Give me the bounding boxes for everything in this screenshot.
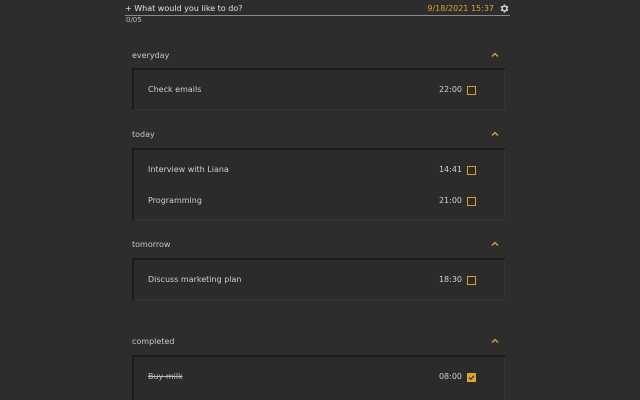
task-checkbox[interactable] bbox=[467, 86, 476, 95]
section-today: today Interview with Liana 14:41 Program… bbox=[125, 127, 510, 220]
task-label: Discuss marketing plan bbox=[148, 275, 242, 284]
checkmark-icon bbox=[468, 375, 475, 381]
section-completed: completed Buy milk 08:00 bbox=[125, 334, 510, 400]
task-checkbox[interactable] bbox=[467, 276, 476, 285]
task-item[interactable]: Check emails 22:00 bbox=[134, 76, 505, 104]
task-counter: 0/05 bbox=[126, 16, 142, 24]
todo-app: + What would you like to do? 9/18/2021 1… bbox=[0, 0, 640, 400]
section-header[interactable]: today bbox=[125, 127, 510, 143]
chevron-up-icon[interactable] bbox=[490, 239, 500, 249]
task-item[interactable]: Interview with Liana 14:41 bbox=[134, 156, 505, 184]
section-header[interactable]: everyday bbox=[125, 48, 510, 64]
chevron-up-icon[interactable] bbox=[490, 129, 500, 139]
gear-icon[interactable] bbox=[499, 3, 510, 14]
section-tomorrow: tomorrow Discuss marketing plan 18:30 bbox=[125, 237, 510, 300]
task-checkbox[interactable] bbox=[467, 197, 476, 206]
chevron-up-icon[interactable] bbox=[490, 50, 500, 60]
task-item[interactable]: Buy milk 08:00 bbox=[134, 363, 505, 391]
top-bar: + What would you like to do? 9/18/2021 1… bbox=[125, 2, 510, 16]
task-card: Buy milk 08:00 bbox=[132, 355, 505, 400]
task-label: Programming bbox=[148, 196, 202, 205]
task-time: 18:30 bbox=[438, 275, 462, 284]
new-task-input[interactable]: + What would you like to do? bbox=[125, 2, 405, 15]
current-datetime: 9/18/2021 15:37 bbox=[427, 4, 494, 13]
section-title: completed bbox=[132, 337, 175, 346]
section-header[interactable]: completed bbox=[125, 334, 510, 350]
task-item[interactable]: Discuss marketing plan 18:30 bbox=[134, 266, 505, 294]
section-title: today bbox=[132, 130, 155, 139]
task-checkbox[interactable] bbox=[467, 373, 476, 382]
task-card: Check emails 22:00 bbox=[132, 68, 505, 110]
task-time: 22:00 bbox=[438, 85, 462, 94]
task-checkbox[interactable] bbox=[467, 166, 476, 175]
task-label: Check emails bbox=[148, 85, 202, 94]
section-everyday: everyday Check emails 22:00 bbox=[125, 48, 510, 110]
section-title: everyday bbox=[132, 51, 170, 60]
task-label: Interview with Liana bbox=[148, 165, 229, 174]
task-label: Buy milk bbox=[148, 372, 183, 381]
task-card: Discuss marketing plan 18:30 bbox=[132, 258, 505, 300]
task-item[interactable]: Programming 21:00 bbox=[134, 187, 505, 215]
task-card: Interview with Liana 14:41 Programming 2… bbox=[132, 148, 505, 220]
task-time: 08:00 bbox=[438, 372, 462, 381]
section-header[interactable]: tomorrow bbox=[125, 237, 510, 253]
chevron-up-icon[interactable] bbox=[490, 336, 500, 346]
section-title: tomorrow bbox=[132, 240, 171, 249]
task-time: 14:41 bbox=[438, 165, 462, 174]
task-time: 21:00 bbox=[438, 196, 462, 205]
